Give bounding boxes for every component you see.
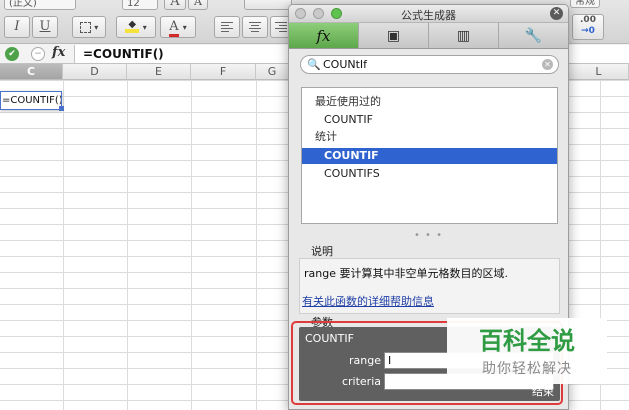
italic-label: I <box>14 19 20 34</box>
watermark: 百科全说 助你轻松解决 <box>447 318 607 384</box>
panel-title: 公式生成器 <box>401 9 456 22</box>
help-link[interactable]: 有关此函数的详细帮助信息 <box>302 293 434 309</box>
align-left-icon <box>221 22 233 32</box>
grid-line <box>127 80 128 410</box>
font-size-select[interactable]: 12 <box>122 0 158 10</box>
list-item-countif-selected[interactable]: COUNTIF <box>302 148 557 164</box>
function-list[interactable]: 最近使用过的 COUNTIF 统计 COUNTIF COUNTIFS <box>301 87 558 224</box>
panel-titlebar[interactable]: 公式生成器 ✕ <box>289 5 568 23</box>
tab-media-browser[interactable]: ▣ <box>359 23 429 48</box>
shrink-font-label: A <box>194 0 202 8</box>
number-format-select[interactable]: 常规 <box>570 0 600 8</box>
align-right-icon <box>275 22 287 32</box>
clear-search-icon[interactable]: ✕ <box>542 59 553 70</box>
border-grid-icon <box>79 21 91 33</box>
column-header-c[interactable]: C <box>0 64 63 80</box>
paint-bucket-icon: ◆ <box>125 20 140 33</box>
list-item-countifs[interactable]: COUNTIFS <box>302 166 557 182</box>
wrench-icon: 🔧 <box>524 28 543 44</box>
grid-line <box>63 80 64 410</box>
list-group-recent: 最近使用过的 <box>315 95 381 108</box>
checkmark-icon[interactable]: ✔ <box>5 47 19 61</box>
font-name-select[interactable]: (正文) <box>4 0 76 10</box>
column-header-l[interactable]: L <box>569 64 629 80</box>
grid-line <box>191 80 192 410</box>
cancel-icon[interactable]: − <box>31 47 45 61</box>
align-center-icon <box>249 22 261 32</box>
list-item-countif-recent[interactable]: COUNTIF <box>302 112 557 128</box>
grow-font-button[interactable]: A <box>164 0 186 10</box>
number-format-value: 常规 <box>575 0 595 7</box>
pane-splitter[interactable]: • • • <box>289 230 568 241</box>
fx-icon: fx <box>316 27 331 45</box>
tab-formula-builder[interactable]: fx <box>289 23 359 48</box>
fill-handle[interactable] <box>59 106 64 111</box>
active-cell-editor[interactable]: =COUNTIF() <box>0 91 62 110</box>
panel-tabs: fx ▣ ▥ 🔧 <box>289 23 568 49</box>
font-size-value: 12 <box>127 0 140 9</box>
chevron-down-icon: ▾ <box>142 23 147 32</box>
align-left-button[interactable] <box>214 16 240 38</box>
column-header-e[interactable]: E <box>127 64 191 80</box>
underline-label: U <box>39 19 51 34</box>
borders-button[interactable]: ▾ <box>72 16 106 38</box>
underline-button[interactable]: U <box>32 16 58 38</box>
watermark-subtitle: 助你轻松解决 <box>482 361 572 377</box>
align-top-row-button[interactable] <box>244 0 292 10</box>
description-heading: 说明 <box>311 245 333 258</box>
media-browser-icon: ▣ <box>386 28 401 44</box>
font-color-button[interactable]: A ▾ <box>160 16 196 38</box>
watermark-title: 百科全说 <box>479 327 575 355</box>
tab-library[interactable]: ▥ <box>429 23 499 48</box>
column-header-d[interactable]: D <box>63 64 127 80</box>
italic-button[interactable]: I <box>4 16 30 38</box>
library-icon: ▥ <box>456 28 471 44</box>
tab-tools[interactable]: 🔧 <box>499 23 568 48</box>
search-icon: 🔍 <box>307 58 321 71</box>
decimal-label: .00 <box>580 15 596 25</box>
chevron-down-icon: ▾ <box>94 23 99 32</box>
column-header-g[interactable]: G <box>256 64 289 80</box>
shrink-font-button[interactable]: A <box>188 0 208 10</box>
function-search-field[interactable]: 🔍 COUNtIf ✕ <box>300 55 559 74</box>
decimal-label-2: →0 <box>581 26 595 36</box>
grid-line <box>256 80 257 410</box>
column-header-f[interactable]: F <box>191 64 256 80</box>
fill-color-button[interactable]: ◆ ▾ <box>116 16 156 38</box>
description-text: range 要计算其中非空单元格数目的区域. <box>304 267 508 280</box>
chevron-down-icon: ▾ <box>182 23 187 32</box>
fx-icon[interactable]: fx <box>52 45 65 60</box>
close-icon[interactable]: ✕ <box>550 7 563 20</box>
list-group-statistics: 统计 <box>315 130 337 143</box>
search-input[interactable]: COUNtIf <box>323 58 367 71</box>
font-color-label: A <box>169 20 179 37</box>
grow-font-label: A <box>170 0 180 9</box>
font-name-value: (正文) <box>9 0 37 9</box>
decimal-button[interactable]: .00 →0 <box>572 14 604 40</box>
align-center-button[interactable] <box>242 16 268 38</box>
